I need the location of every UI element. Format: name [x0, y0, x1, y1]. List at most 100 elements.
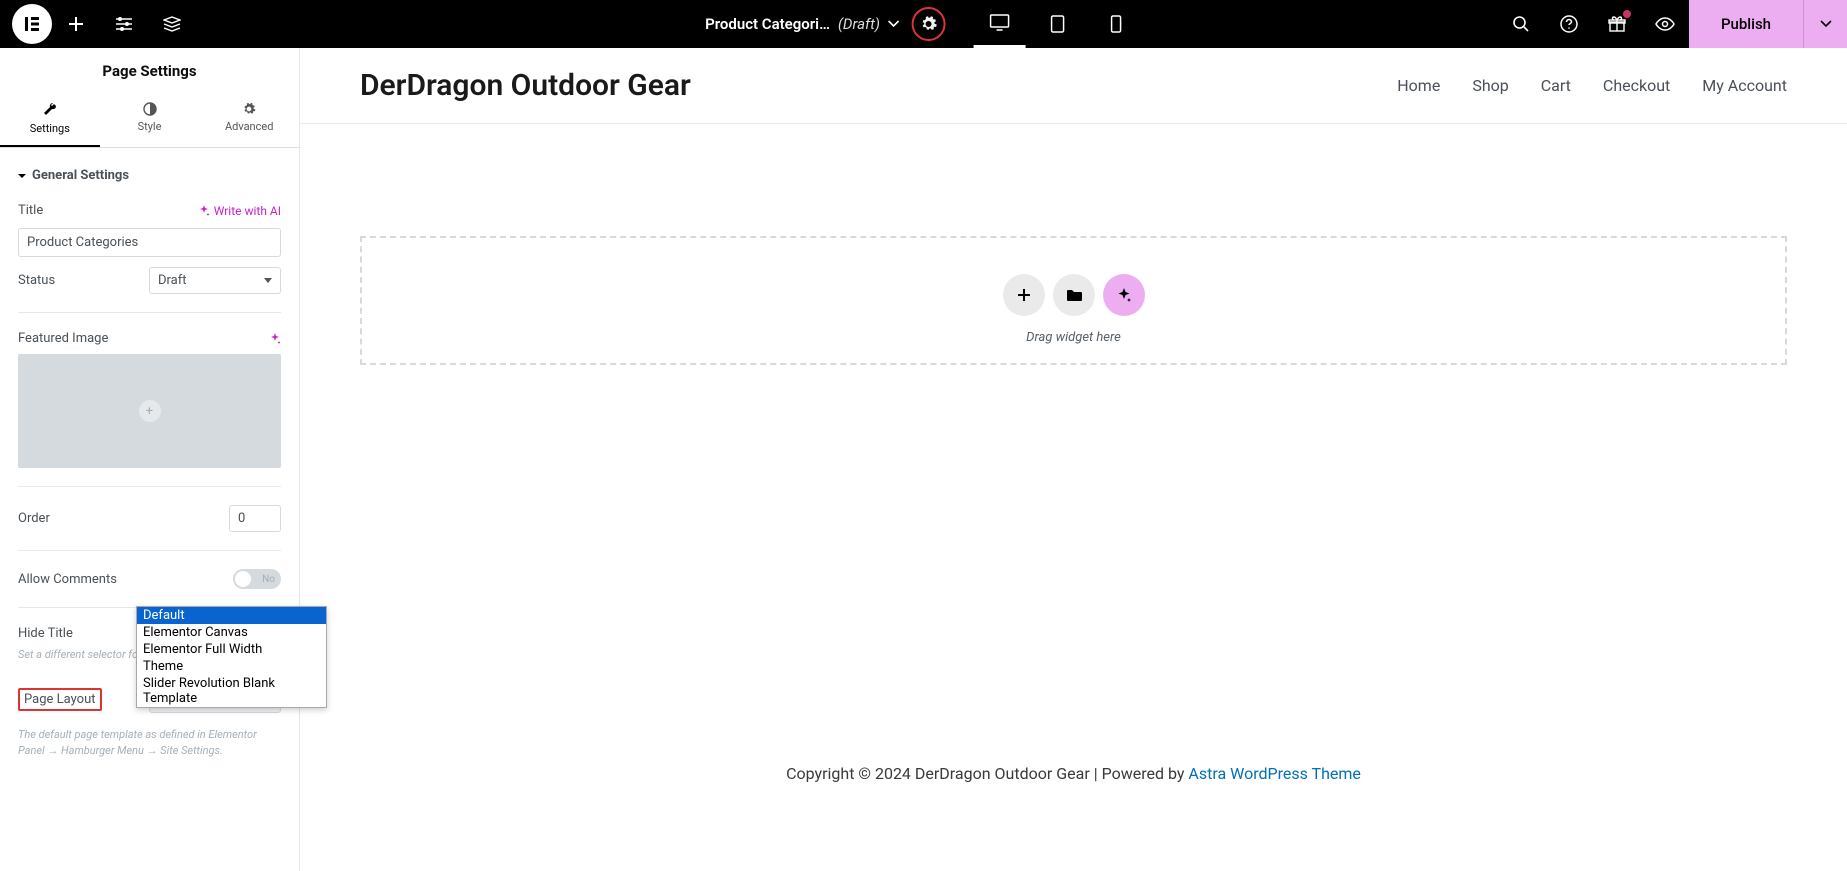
- page-settings-button[interactable]: [912, 7, 946, 41]
- row-title: Title Write with AI: [18, 193, 281, 228]
- dropdown-item[interactable]: Slider Revolution Blank Template: [137, 675, 326, 707]
- wrench-icon: [42, 102, 58, 118]
- title-input[interactable]: [18, 228, 281, 257]
- allow-comments-toggle[interactable]: No: [233, 569, 281, 589]
- caret-down-icon: [18, 172, 26, 180]
- nav-link-cart[interactable]: Cart: [1541, 76, 1571, 95]
- mobile-device-button[interactable]: [1090, 0, 1142, 48]
- featured-image-label: Featured Image: [18, 331, 108, 346]
- ai-link-label: Write with AI: [214, 204, 281, 218]
- site-settings-button[interactable]: [100, 0, 148, 48]
- order-label: Order: [18, 511, 50, 526]
- toggle-label: No: [262, 574, 275, 585]
- top-bar: Product Categori… (Draft) Publish: [0, 0, 1847, 48]
- footer-text: Copyright © 2024 DerDragon Outdoor Gear …: [786, 764, 1188, 783]
- order-input[interactable]: [229, 505, 281, 532]
- site-footer: Copyright © 2024 DerDragon Outdoor Gear …: [300, 764, 1847, 783]
- dropdown-item[interactable]: Theme: [137, 658, 326, 675]
- tab-style[interactable]: Style: [100, 94, 200, 147]
- divider: [18, 486, 281, 487]
- document-status: (Draft): [838, 15, 880, 33]
- status-label: Status: [18, 273, 55, 288]
- nav-link-shop[interactable]: Shop: [1472, 76, 1508, 95]
- status-select[interactable]: Draft: [149, 267, 281, 294]
- nav-link-account[interactable]: My Account: [1702, 76, 1787, 95]
- sparkle-icon: [198, 205, 210, 217]
- sparkle-icon: [269, 333, 281, 345]
- nav-link-checkout[interactable]: Checkout: [1603, 76, 1670, 95]
- sparkle-icon: [1116, 287, 1132, 303]
- row-order: Order: [18, 495, 281, 542]
- hide-title-label: Hide Title: [18, 626, 73, 641]
- preview-button[interactable]: [1641, 0, 1689, 48]
- dropdown-item[interactable]: Default: [137, 607, 326, 624]
- plus-icon: +: [139, 400, 161, 422]
- site-header: DerDragon Outdoor Gear Home Shop Cart Ch…: [300, 48, 1847, 124]
- tab-label: Advanced: [225, 120, 273, 133]
- ai-image-button[interactable]: [269, 333, 281, 345]
- whats-new-button[interactable]: [1593, 0, 1641, 48]
- help-text: Set a different selector for: [18, 648, 142, 661]
- publish-label: Publish: [1721, 15, 1771, 33]
- publish-button[interactable]: Publish: [1689, 0, 1803, 48]
- topbar-left: [0, 0, 196, 48]
- settings-panel: Page Settings Settings Style Advanced Ge…: [0, 48, 300, 871]
- tab-advanced[interactable]: Advanced: [199, 94, 299, 147]
- tablet-device-button[interactable]: [1032, 0, 1084, 48]
- help-button[interactable]: [1545, 0, 1593, 48]
- folder-icon: [1066, 289, 1082, 302]
- topbar-right: Publish: [1497, 0, 1847, 48]
- dropdown-item[interactable]: Elementor Full Width: [137, 641, 326, 658]
- row-status: Status Draft: [18, 257, 281, 304]
- panel-title: Page Settings: [0, 48, 299, 94]
- document-title[interactable]: Product Categori… (Draft): [705, 15, 900, 33]
- page-layout-dropdown: Default Elementor Canvas Elementor Full …: [136, 606, 327, 708]
- structure-button[interactable]: [148, 0, 196, 48]
- add-widget-button[interactable]: [52, 0, 100, 48]
- elementor-logo[interactable]: [12, 4, 52, 44]
- chevron-down-icon: [1820, 20, 1832, 28]
- ai-section-button[interactable]: [1103, 274, 1145, 316]
- page-layout-label: Page Layout: [18, 688, 102, 711]
- divider: [18, 550, 281, 551]
- site-nav: Home Shop Cart Checkout My Account: [1397, 76, 1787, 95]
- add-section-button[interactable]: [1003, 274, 1045, 316]
- plus-icon: [1017, 288, 1031, 302]
- write-with-ai-link[interactable]: Write with AI: [198, 204, 281, 218]
- publish-options-button[interactable]: [1803, 0, 1847, 48]
- title-label: Title: [18, 203, 43, 218]
- topbar-center: Product Categori… (Draft): [705, 0, 1142, 48]
- section-general-settings[interactable]: General Settings: [18, 160, 281, 193]
- caret-down-icon: [264, 278, 272, 284]
- featured-image-uploader[interactable]: +: [18, 354, 281, 468]
- gear-icon: [920, 15, 938, 33]
- nav-link-home[interactable]: Home: [1397, 76, 1440, 95]
- tab-settings[interactable]: Settings: [0, 94, 100, 147]
- page-layout-help: The default page template as defined in …: [18, 723, 281, 764]
- drop-hint: Drag widget here: [1026, 330, 1121, 345]
- notification-dot-icon: [1623, 10, 1631, 18]
- panel-tabs: Settings Style Advanced: [0, 94, 299, 148]
- empty-section-drop-area[interactable]: Drag widget here: [360, 236, 1787, 365]
- preview-canvas: DerDragon Outdoor Gear Home Shop Cart Ch…: [300, 48, 1847, 871]
- footer-theme-link[interactable]: Astra WordPress Theme: [1188, 764, 1360, 783]
- status-value: Draft: [158, 273, 187, 288]
- toggle-knob: [235, 571, 251, 587]
- desktop-device-button[interactable]: [974, 0, 1026, 48]
- section-label: General Settings: [32, 168, 129, 183]
- drop-area-buttons: [1003, 274, 1145, 316]
- add-template-button[interactable]: [1053, 274, 1095, 316]
- tab-label: Style: [138, 120, 162, 133]
- dropdown-item[interactable]: Elementor Canvas: [137, 624, 326, 641]
- row-featured-image: Featured Image: [18, 321, 281, 350]
- contrast-icon: [143, 102, 157, 116]
- chevron-down-icon: [888, 20, 900, 28]
- finder-button[interactable]: [1497, 0, 1545, 48]
- divider: [18, 312, 281, 313]
- tab-label: Settings: [30, 122, 70, 135]
- allow-comments-label: Allow Comments: [18, 572, 117, 587]
- document-title-text: Product Categori…: [705, 15, 830, 33]
- site-title[interactable]: DerDragon Outdoor Gear: [360, 68, 691, 103]
- row-allow-comments: Allow Comments No: [18, 559, 281, 599]
- gear-icon: [242, 102, 256, 116]
